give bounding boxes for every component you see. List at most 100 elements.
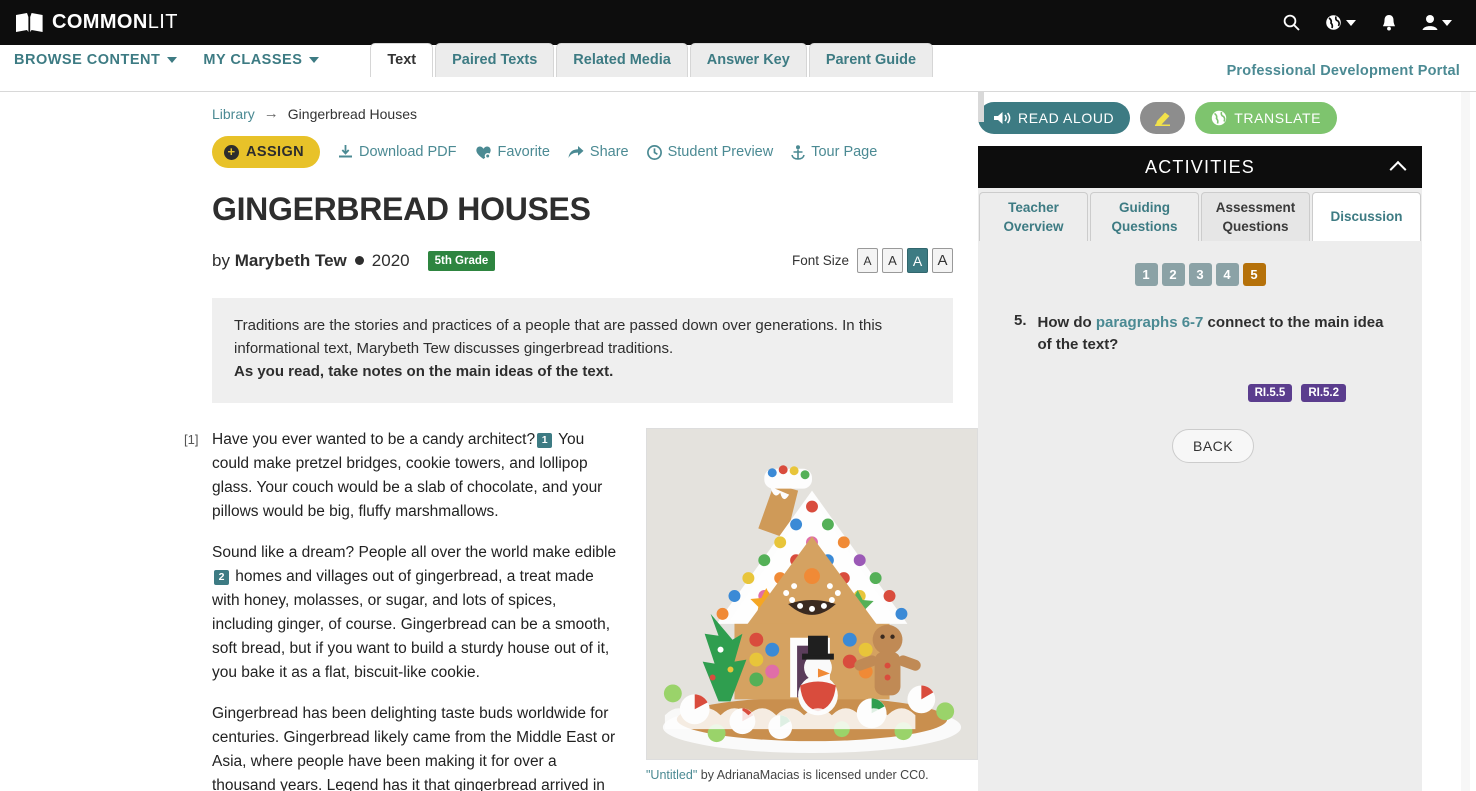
byline-author: Marybeth Tew <box>234 250 347 270</box>
search-icon[interactable] <box>1283 14 1300 31</box>
pagination-item-1[interactable]: 1 <box>1134 263 1158 286</box>
tab-guiding-questions[interactable]: Guiding Questions <box>1090 192 1199 241</box>
download-pdf-label: Download PDF <box>359 144 457 160</box>
anchor-tour-icon <box>791 144 805 160</box>
intro-bold-text: As you read, take notes on the main idea… <box>234 362 614 380</box>
highlighter-button[interactable] <box>1140 102 1186 134</box>
font-size-button-1[interactable]: A <box>857 248 878 273</box>
tab-parent-guide[interactable]: Parent Guide <box>808 42 934 77</box>
chevron-down-icon <box>1346 19 1356 26</box>
page-body: Library → Gingerbread Houses + ASSIGN Do… <box>0 92 1476 791</box>
page-scrollbar[interactable] <box>1461 92 1470 791</box>
breadcrumb-current: Gingerbread Houses <box>287 105 417 122</box>
font-size-button-3[interactable]: A <box>907 248 928 273</box>
activities-inner: READ ALOUD TRANSLATE ACTIVITIES Teacher … <box>978 92 1422 791</box>
paragraph-2-before: Sound like a dream? People all over the … <box>212 543 617 561</box>
question-paragraph-link[interactable]: paragraphs 6-7 <box>1096 314 1204 331</box>
favorite-label: Favorite <box>497 144 550 160</box>
page-title: GINGERBREAD HOUSES <box>212 191 591 227</box>
top-bar-icons <box>1283 14 1462 31</box>
eye-clock-icon <box>646 144 662 160</box>
share-button[interactable]: Share <box>568 144 629 160</box>
chevron-down-icon <box>167 56 178 63</box>
download-pdf-button[interactable]: Download PDF <box>338 144 457 160</box>
assign-button[interactable]: + ASSIGN <box>212 136 320 168</box>
back-button[interactable]: BACK <box>1172 428 1255 463</box>
byline-row: by Marybeth Tew 2020 5th Grade Font Size … <box>212 248 953 273</box>
byline: by Marybeth Tew 2020 <box>212 251 410 271</box>
activities-panel: READ ALOUD TRANSLATE ACTIVITIES Teacher … <box>978 92 1476 791</box>
tour-page-button[interactable]: Tour Page <box>791 144 877 160</box>
speaker-icon <box>994 112 1011 124</box>
article-figure: "Untitled" by AdrianaMacias is licensed … <box>646 427 978 791</box>
breadcrumb-library-link[interactable]: Library <box>212 106 255 122</box>
highlighter-icon <box>1155 112 1171 126</box>
figure-caption-link[interactable]: "Untitled" <box>646 768 697 782</box>
pagination-item-3[interactable]: 3 <box>1188 263 1212 286</box>
activities-title: ACTIVITIES <box>1144 156 1255 177</box>
translate-label: TRANSLATE <box>1234 110 1322 126</box>
tab-paired-texts[interactable]: Paired Texts <box>435 42 555 77</box>
tab-answer-key[interactable]: Answer Key <box>689 42 807 77</box>
activity-tabs: Teacher Overview Guiding Questions Asses… <box>978 188 1422 241</box>
pagination-item-5[interactable]: 5 <box>1242 263 1266 286</box>
font-size-control: Font Size A A A A <box>792 248 953 273</box>
nav-left-group: BROWSE CONTENT MY CLASSES Text Paired Te… <box>0 42 934 92</box>
content-tabs: Text Paired Texts Related Media Answer K… <box>370 42 934 78</box>
question-number: 5. <box>1014 312 1027 329</box>
byline-prefix: by <box>212 250 235 270</box>
user-account-icon[interactable] <box>1422 14 1452 31</box>
breadcrumb-arrow-icon: → <box>263 105 279 122</box>
gingerbread-house-photo <box>646 427 978 760</box>
globe-icon <box>1212 110 1227 126</box>
brand-wordmark: COMMONLIT <box>52 11 178 34</box>
font-size-buttons: A A A A <box>857 248 953 273</box>
font-size-button-4[interactable]: A <box>932 248 953 273</box>
commonlit-logo[interactable]: COMMONLIT <box>16 11 178 34</box>
pagination-item-4[interactable]: 4 <box>1215 263 1239 286</box>
activities-header[interactable]: ACTIVITIES <box>978 146 1422 188</box>
nav-my-classes[interactable]: MY CLASSES <box>203 51 320 68</box>
nav-browse-content-label: BROWSE CONTENT <box>14 51 161 68</box>
paragraph-3: Gingerbread has been delighting taste bu… <box>212 702 621 791</box>
panel-scroll-marker[interactable] <box>978 92 984 122</box>
chevron-down-icon <box>309 56 320 63</box>
tab-assessment-questions[interactable]: Assessment Questions <box>1201 192 1310 241</box>
globe-language-icon[interactable] <box>1325 14 1356 31</box>
nav-my-classes-label: MY CLASSES <box>203 51 303 68</box>
standards-badges: RI.5.5 RI.5.2 <box>1006 383 1346 402</box>
share-label: Share <box>589 144 629 160</box>
article-action-bar: + ASSIGN Download PDF Favorite Share Stu… <box>181 122 978 168</box>
pagination-item-2[interactable]: 2 <box>1161 263 1185 286</box>
chevron-up-icon[interactable] <box>1389 160 1407 178</box>
tab-teacher-overview[interactable]: Teacher Overview <box>979 192 1088 241</box>
translate-button[interactable]: TRANSLATE <box>1195 102 1338 134</box>
separator-dot <box>354 255 364 265</box>
book-logo-icon <box>16 12 43 32</box>
favorite-button[interactable]: Favorite <box>475 144 550 160</box>
footnote-marker-2[interactable]: 2 <box>214 569 229 585</box>
footnote-marker-1[interactable]: 1 <box>537 432 553 448</box>
breadcrumb: Library → Gingerbread Houses <box>181 92 978 122</box>
notifications-bell-icon[interactable] <box>1381 14 1397 31</box>
heart-icon <box>475 146 491 159</box>
question-part-1: How do <box>1037 314 1096 331</box>
activity-content: 1 2 3 4 5 5. How do paragraphs 6-7 conne… <box>978 241 1422 791</box>
main-nav-bar: BROWSE CONTENT MY CLASSES Text Paired Te… <box>0 42 1476 92</box>
intro-text: Traditions are the stories and practices… <box>234 317 883 357</box>
nav-browse-content[interactable]: BROWSE CONTENT <box>14 51 178 68</box>
article-column: Library → Gingerbread Houses + ASSIGN Do… <box>0 92 978 791</box>
read-aloud-button[interactable]: READ ALOUD <box>978 102 1131 134</box>
tab-related-media[interactable]: Related Media <box>556 42 688 77</box>
tab-discussion[interactable]: Discussion <box>1312 192 1421 241</box>
font-size-button-2[interactable]: A <box>882 248 903 273</box>
student-preview-button[interactable]: Student Preview <box>646 144 773 160</box>
professional-development-portal-link[interactable]: Professional Development Portal <box>1227 63 1460 79</box>
figure-caption: "Untitled" by AdrianaMacias is licensed … <box>646 768 978 782</box>
plus-icon: + <box>224 144 239 160</box>
question-pagination: 1 2 3 4 5 <box>1006 263 1394 286</box>
tab-text[interactable]: Text <box>370 42 434 78</box>
brand-bold: COMMON <box>52 11 148 33</box>
paragraph-1: [1] Have you ever wanted to be a candy a… <box>184 428 621 524</box>
discussion-question: 5. How do paragraphs 6-7 connect to the … <box>1006 312 1394 356</box>
